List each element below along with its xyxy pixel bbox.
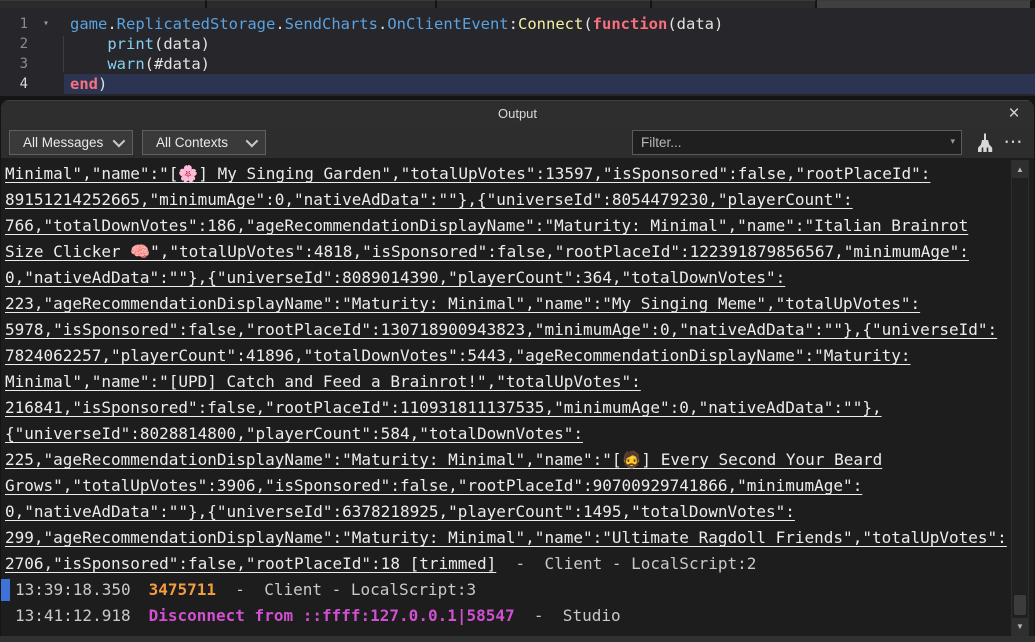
editor-tab-stub[interactable] bbox=[207, 0, 437, 8]
log-entry-source: - Studio bbox=[515, 606, 621, 625]
log-message-line[interactable]: 766,"totalDownVotes":186,"ageRecommendat… bbox=[1, 213, 1034, 239]
output-title: Output bbox=[498, 106, 537, 121]
more-options-icon[interactable]: ⋯ bbox=[1000, 130, 1026, 156]
log-message-text: 216841,"isSponsored":false,"rootPlaceId"… bbox=[5, 398, 882, 417]
close-icon[interactable]: × bbox=[1004, 101, 1024, 127]
messages-filter-label: All Messages bbox=[23, 135, 103, 150]
clear-output-button[interactable] bbox=[970, 130, 1000, 156]
log-message-text: {"universeId":8028814800,"playerCount":5… bbox=[5, 424, 583, 443]
output-log: Minimal","name":"[🌸] My Singing Garden",… bbox=[1, 158, 1034, 636]
line-number: 1 bbox=[0, 14, 28, 34]
log-timestamp: 13:41:12.918 bbox=[15, 606, 131, 625]
log-message-line[interactable]: Grows","totalUpVotes":3906,"isSponsored"… bbox=[1, 473, 1034, 499]
editor-tab-stub[interactable] bbox=[437, 0, 652, 8]
log-message-line[interactable]: {"universeId":8028814800,"playerCount":5… bbox=[1, 421, 1034, 447]
filter-input[interactable] bbox=[632, 130, 962, 155]
output-toolbar: All Messages All Contexts ▾ ⋯ bbox=[1, 127, 1034, 158]
log-message-line[interactable]: 223,"ageRecommendationDisplayName":"Matu… bbox=[1, 291, 1034, 317]
scroll-down-icon[interactable]: ▼ bbox=[1012, 618, 1028, 635]
log-message-text: 0,"nativeAdData":""},{"universeId":80890… bbox=[5, 268, 785, 287]
log-message-line[interactable]: Minimal","name":"[🌸] My Singing Garden",… bbox=[1, 161, 1034, 187]
code-line[interactable]: 4 end) bbox=[0, 74, 1035, 94]
log-message-line[interactable]: 216841,"isSponsored":false,"rootPlaceId"… bbox=[1, 395, 1034, 421]
code-text: print(data) bbox=[64, 34, 1035, 54]
log-entry[interactable]: 13:39:18.350 3475711 - Client - LocalScri… bbox=[1, 577, 1034, 603]
output-scrollbar[interactable]: ▲ ▼ bbox=[1011, 160, 1029, 636]
output-panel: Output × All Messages All Contexts ▾ bbox=[1, 100, 1034, 636]
editor-tab-stub[interactable] bbox=[652, 0, 817, 8]
log-message-line[interactable]: Size Clicker 🧠","totalUpVotes":4818,"isS… bbox=[1, 239, 1034, 265]
fold-spacer bbox=[28, 74, 64, 94]
document-tab-strip bbox=[0, 0, 1035, 8]
editor-tab-stub[interactable] bbox=[0, 0, 207, 8]
log-message-text: 5978,"isSponsored":false,"rootPlaceId":1… bbox=[5, 320, 997, 339]
log-message-line[interactable]: 7824062257,"playerCount":41896,"totalDow… bbox=[1, 343, 1034, 369]
code-text: warn(#data) bbox=[64, 54, 1035, 74]
log-message-text: Grows","totalUpVotes":3906,"isSponsored"… bbox=[5, 476, 862, 495]
code-text: game.ReplicatedStorage.SendCharts.OnClie… bbox=[64, 14, 1035, 34]
chevron-down-icon bbox=[246, 135, 259, 148]
log-message-text: 766,"totalDownVotes":186,"ageRecommendat… bbox=[5, 216, 968, 235]
selected-line-marker bbox=[1, 579, 10, 601]
fold-arrow-icon[interactable]: ▾ bbox=[28, 14, 64, 34]
log-message-text: 0,"nativeAdData":""},{"universeId":63782… bbox=[5, 502, 795, 521]
log-lines: Minimal","name":"[🌸] My Singing Garden",… bbox=[1, 161, 1034, 629]
scroll-up-icon[interactable]: ▲ bbox=[1012, 161, 1028, 178]
filter-field-wrap: ▾ bbox=[632, 130, 962, 155]
code-line[interactable]: 1▾game.ReplicatedStorage.SendCharts.OnCl… bbox=[0, 14, 1035, 34]
output-titlebar[interactable]: Output × bbox=[1, 100, 1034, 127]
log-message-line[interactable]: 5978,"isSponsored":false,"rootPlaceId":1… bbox=[1, 317, 1034, 343]
log-entry[interactable]: 13:41:12.918 Disconnect from ::ffff:127.0… bbox=[1, 603, 1034, 629]
contexts-filter-label: All Contexts bbox=[156, 135, 228, 150]
code-lines: 1▾game.ReplicatedStorage.SendCharts.OnCl… bbox=[0, 14, 1035, 94]
log-message-text: 2706,"isSponsored":false,"rootPlaceId":1… bbox=[5, 554, 496, 573]
log-timestamp: 13:39:18.350 bbox=[15, 580, 131, 599]
log-message-line[interactable]: Minimal","name":"[UPD] Catch and Feed a … bbox=[1, 369, 1034, 395]
roblox-studio-screen: 1▾game.ReplicatedStorage.SendCharts.OnCl… bbox=[0, 0, 1035, 642]
log-message-text: Size Clicker 🧠","totalUpVotes":4818,"isS… bbox=[5, 242, 969, 261]
filter-dropdown-icon[interactable]: ▾ bbox=[950, 136, 955, 147]
fold-spacer bbox=[28, 34, 64, 54]
log-message-text: 89151214252665,"minimumAge":0,"nativeAdD… bbox=[5, 190, 853, 209]
log-message-line[interactable]: 0,"nativeAdData":""},{"universeId":63782… bbox=[1, 499, 1034, 525]
code-text: end) bbox=[64, 74, 1035, 94]
fold-spacer bbox=[28, 54, 64, 74]
indent-guide bbox=[63, 36, 64, 72]
log-entry-text: 3475711 bbox=[149, 580, 216, 599]
messages-filter-dropdown[interactable]: All Messages bbox=[9, 130, 133, 155]
log-entry-text: Disconnect from ::ffff:127.0.0.1|58547 bbox=[149, 606, 515, 625]
log-message-source: - Client - LocalScript:2 bbox=[496, 554, 756, 573]
log-message-text: 299,"ageRecommendationDisplayName":"Matu… bbox=[5, 528, 1007, 547]
log-message-text: 7824062257,"playerCount":41896,"totalDow… bbox=[5, 346, 910, 365]
broom-icon bbox=[974, 132, 996, 154]
code-line[interactable]: 2 print(data) bbox=[0, 34, 1035, 54]
log-entry-source: - Client - LocalScript:3 bbox=[216, 580, 476, 599]
scrollbar-thumb[interactable] bbox=[1014, 595, 1026, 615]
log-message-line[interactable]: 89151214252665,"minimumAge":0,"nativeAdD… bbox=[1, 187, 1034, 213]
log-message-text: Minimal","name":"[🌸] My Singing Garden",… bbox=[5, 164, 930, 183]
line-number: 3 bbox=[0, 54, 28, 74]
log-message-text: 225,"ageRecommendationDisplayName":"Matu… bbox=[5, 450, 882, 469]
editor-tab-stub-active[interactable] bbox=[817, 0, 1032, 8]
line-number: 4 bbox=[0, 74, 28, 94]
script-editor[interactable]: 1▾game.ReplicatedStorage.SendCharts.OnCl… bbox=[0, 8, 1035, 96]
log-message-text: 223,"ageRecommendationDisplayName":"Matu… bbox=[5, 294, 920, 313]
log-message-line[interactable]: 0,"nativeAdData":""},{"universeId":80890… bbox=[1, 265, 1034, 291]
dock-divider bbox=[0, 636, 1035, 642]
log-message-line[interactable]: 2706,"isSponsored":false,"rootPlaceId":1… bbox=[1, 551, 1034, 577]
line-number: 2 bbox=[0, 34, 28, 54]
log-message-line[interactable]: 299,"ageRecommendationDisplayName":"Matu… bbox=[1, 525, 1034, 551]
log-message-line[interactable]: 225,"ageRecommendationDisplayName":"Matu… bbox=[1, 447, 1034, 473]
contexts-filter-dropdown[interactable]: All Contexts bbox=[142, 130, 266, 155]
code-line[interactable]: 3 warn(#data) bbox=[0, 54, 1035, 74]
chevron-down-icon bbox=[113, 135, 126, 148]
log-message-text: Minimal","name":"[UPD] Catch and Feed a … bbox=[5, 372, 641, 391]
